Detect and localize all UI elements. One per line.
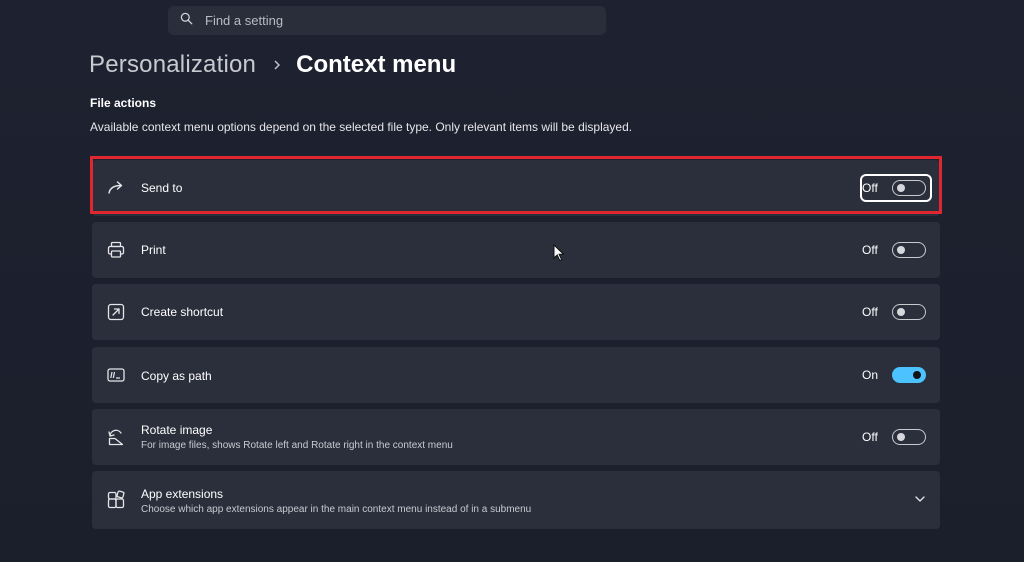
- share-arrow-icon: [106, 178, 126, 198]
- toggle-state-text: Off: [862, 305, 878, 319]
- search-box[interactable]: [168, 6, 606, 35]
- setting-row-copy-as-path[interactable]: Copy as path On: [92, 347, 940, 403]
- toggle-knob: [897, 308, 905, 316]
- setting-row-send-to[interactable]: Send to Off: [92, 160, 940, 216]
- toggle-control[interactable]: Off: [862, 179, 926, 197]
- toggle-control[interactable]: Off: [862, 241, 926, 259]
- setting-row-print[interactable]: Print Off: [92, 222, 940, 278]
- search-icon: [180, 12, 193, 30]
- toggle-state-text: On: [862, 368, 879, 382]
- search-input[interactable]: [203, 12, 587, 29]
- setting-label: Send to: [141, 181, 183, 195]
- setting-label: Rotate image: [141, 423, 213, 437]
- setting-label: App extensions: [141, 487, 224, 501]
- apps-icon: [106, 490, 126, 510]
- mouse-cursor-icon: [553, 244, 565, 262]
- toggle-knob: [913, 371, 921, 379]
- toggle-state-text: Off: [862, 430, 878, 444]
- toggle-state-text: Off: [862, 243, 878, 257]
- chevron-right-icon: [274, 60, 281, 70]
- section-title: File actions: [90, 96, 157, 110]
- toggle-switch[interactable]: [892, 242, 926, 258]
- shortcut-icon: [106, 302, 126, 322]
- setting-description: For image files, shows Rotate left and R…: [141, 440, 453, 451]
- toggle-control[interactable]: Off: [862, 303, 926, 321]
- breadcrumb: Personalization Context menu: [89, 48, 456, 82]
- section-description: Available context menu options depend on…: [90, 120, 633, 134]
- setting-label: Create shortcut: [141, 305, 224, 319]
- toggle-control[interactable]: Off: [862, 428, 926, 446]
- chevron-down-icon[interactable]: [914, 493, 926, 505]
- settings-page: Personalization Context menu File action…: [0, 0, 1024, 562]
- toggle-switch[interactable]: [892, 180, 926, 196]
- setting-row-create-shortcut[interactable]: Create shortcut Off: [92, 284, 940, 340]
- toggle-state-text: Off: [862, 181, 878, 195]
- toggle-switch[interactable]: [892, 304, 926, 320]
- toggle-switch[interactable]: [892, 367, 926, 383]
- toggle-knob: [897, 246, 905, 254]
- page-title: Context menu: [296, 51, 457, 78]
- rotate-icon: [106, 427, 126, 447]
- toggle-knob: [897, 184, 905, 192]
- setting-label: Print: [141, 243, 166, 257]
- toggle-control[interactable]: On: [862, 366, 926, 384]
- setting-description: Choose which app extensions appear in th…: [141, 504, 532, 515]
- setting-label: Copy as path: [141, 369, 212, 383]
- toggle-knob: [897, 433, 905, 441]
- printer-icon: [106, 240, 126, 260]
- breadcrumb-parent-link[interactable]: Personalization: [89, 51, 256, 79]
- setting-row-app-extensions[interactable]: App extensions Choose which app extensio…: [92, 471, 940, 529]
- toggle-switch[interactable]: [892, 429, 926, 445]
- copy-path-icon: [106, 365, 126, 385]
- setting-row-rotate-image[interactable]: Rotate image For image files, shows Rota…: [92, 409, 940, 465]
